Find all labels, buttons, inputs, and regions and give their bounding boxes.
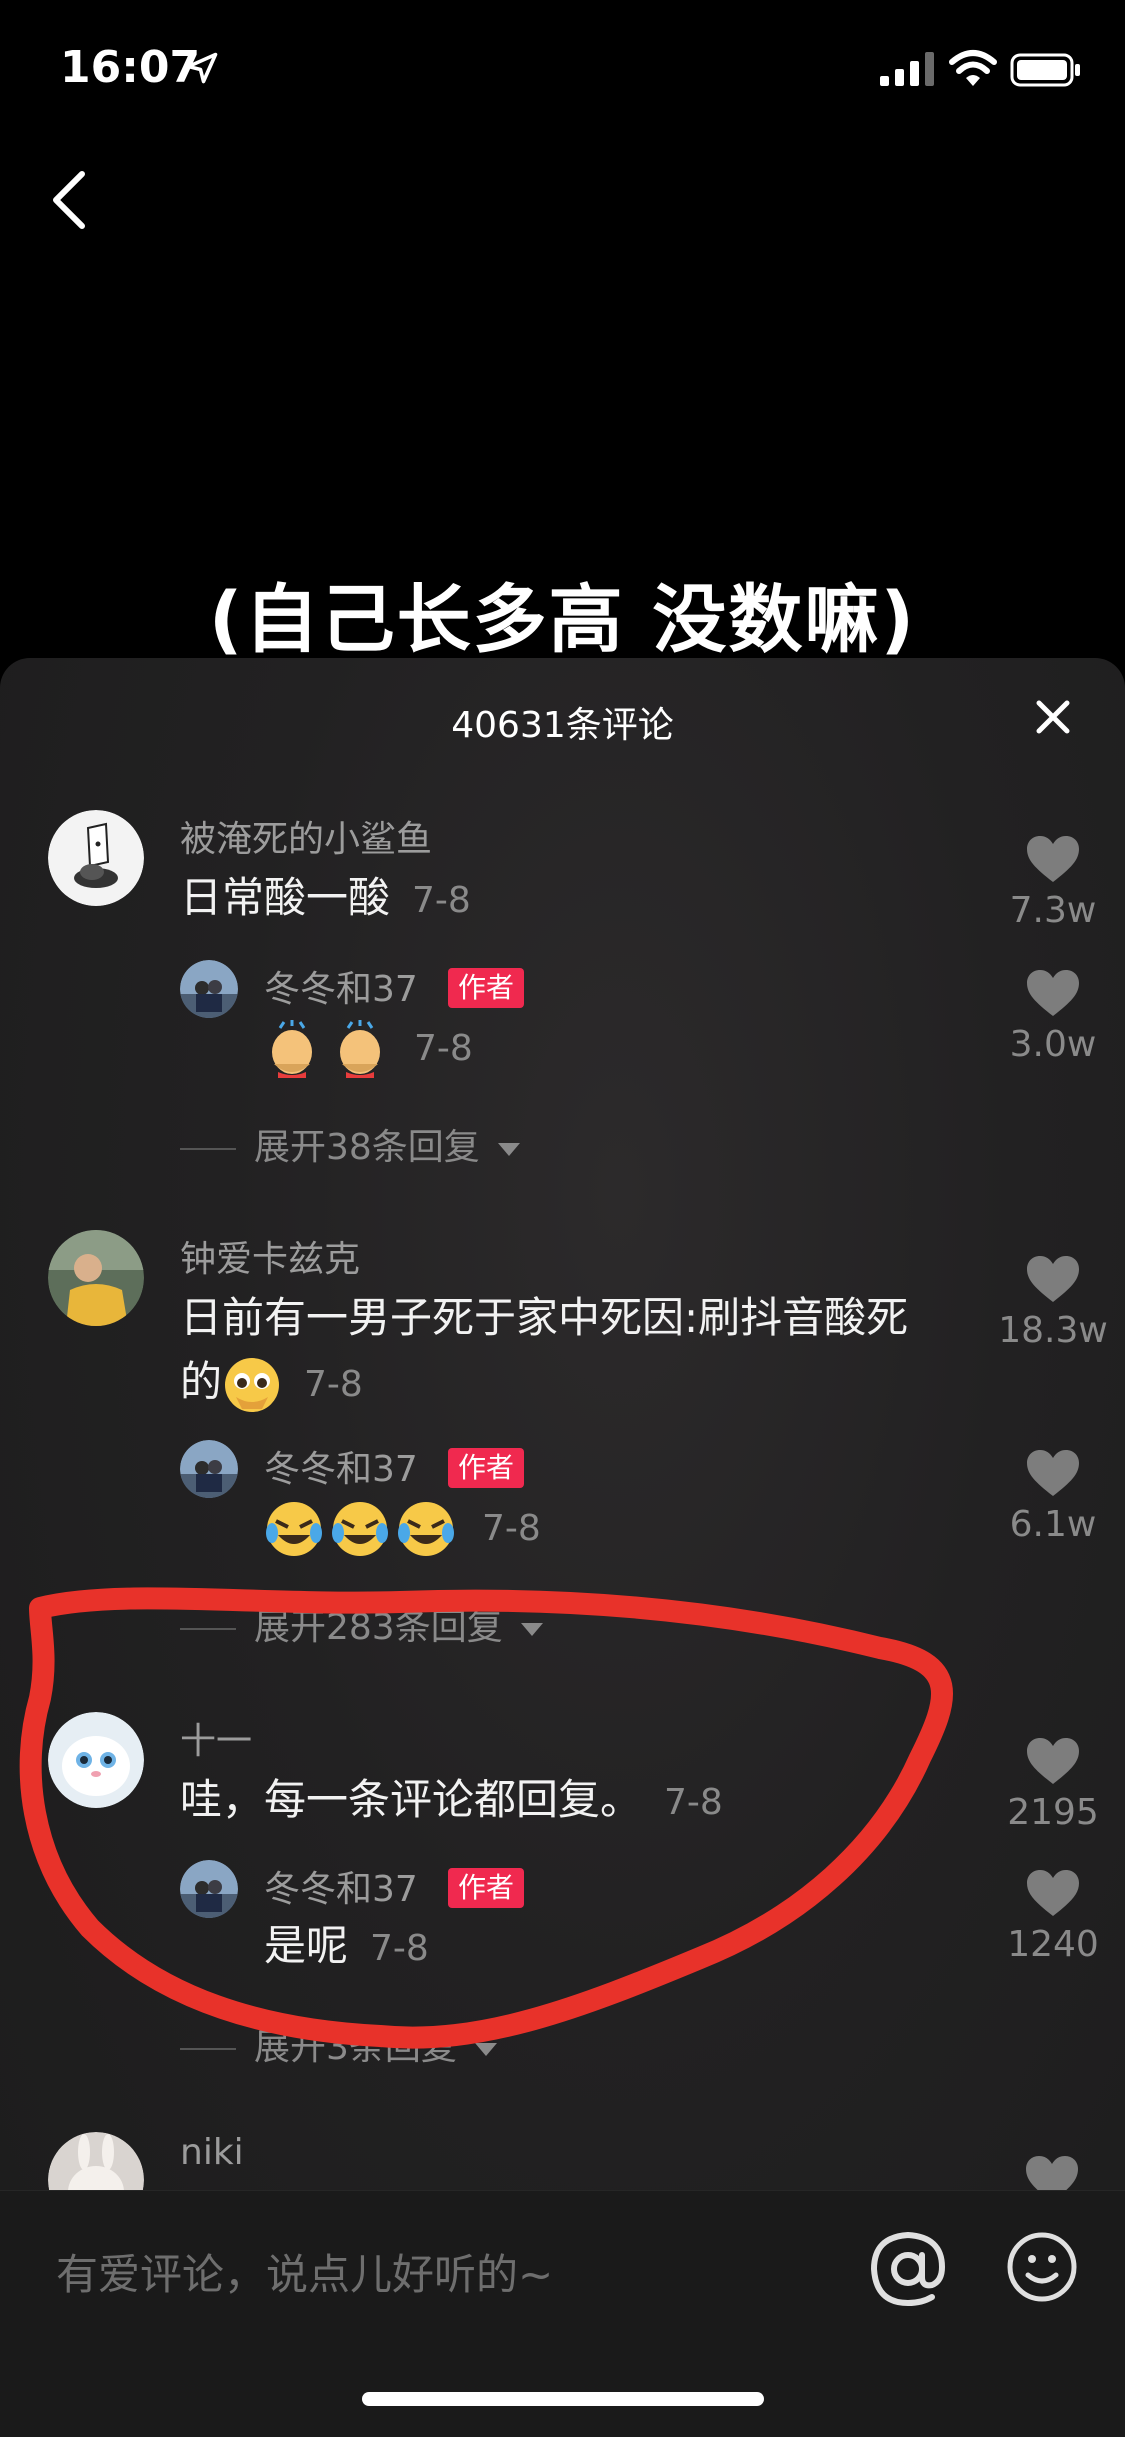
cellular-signal-icon xyxy=(880,52,934,86)
red-circle-annotation xyxy=(19,1587,954,2049)
comment-input[interactable]: 有爱评论，说点儿好听的~ xyxy=(56,2241,553,2302)
home-indicator xyxy=(362,2392,764,2406)
at-mention-icon[interactable] xyxy=(870,2231,946,2307)
battery-icon xyxy=(1010,53,1080,87)
location-arrow-icon xyxy=(186,52,218,84)
back-chevron-icon[interactable] xyxy=(48,168,88,232)
wifi-icon xyxy=(949,50,997,86)
emoji-smiley-icon[interactable] xyxy=(1006,2231,1078,2303)
status-bar: 16:07 xyxy=(0,0,1125,140)
status-time: 16:07 xyxy=(60,42,201,93)
video-caption: (自己长多高 没数嘛) xyxy=(208,577,917,663)
comment-sheet: 40631条评论 被淹死的小鲨鱼 日常酸一酸7-8 7.3w 冬冬和37 作者 xyxy=(0,658,1125,2436)
